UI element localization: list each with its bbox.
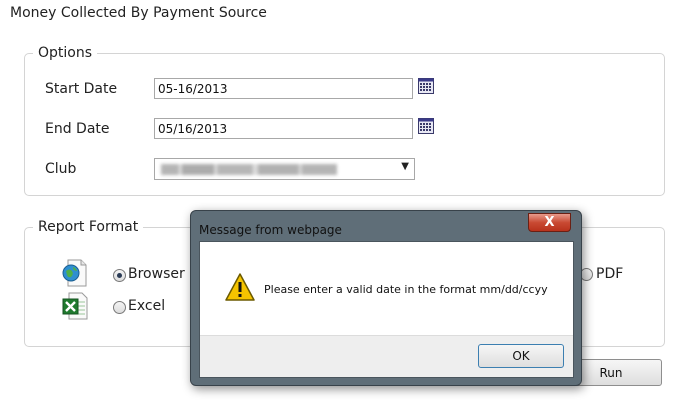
end-date-input[interactable] <box>154 118 413 139</box>
report-format-legend: Report Format <box>38 219 139 235</box>
warning-icon <box>225 273 255 301</box>
excel-label: Excel <box>128 298 166 314</box>
excel-icon <box>62 292 88 320</box>
browser-radio[interactable] <box>113 269 126 282</box>
end-date-calendar-icon[interactable] <box>418 118 434 134</box>
start-date-input[interactable] <box>154 78 413 99</box>
dialog-body: Please enter a valid date in the format … <box>199 241 574 378</box>
browser-globe-icon <box>62 259 87 287</box>
club-value-obscured <box>161 164 337 175</box>
dialog-message: Please enter a valid date in the format … <box>264 283 548 296</box>
dialog-footer: OK <box>200 335 573 377</box>
options-legend: Options <box>38 45 93 61</box>
message-dialog: Message from webpage X Please enter a va… <box>190 210 582 386</box>
browser-label: Browser <box>128 266 185 282</box>
excel-radio[interactable] <box>113 301 126 314</box>
club-label: Club <box>45 161 77 177</box>
end-date-label: End Date <box>45 121 110 137</box>
start-date-label: Start Date <box>45 81 118 97</box>
dialog-close-button[interactable]: X <box>528 213 571 232</box>
chevron-down-icon: ▼ <box>401 161 409 172</box>
pdf-label: PDF <box>596 266 624 282</box>
page-title: Money Collected By Payment Source <box>10 5 267 21</box>
dialog-title: Message from webpage <box>199 223 342 237</box>
ok-button[interactable]: OK <box>478 344 564 368</box>
club-select[interactable]: ▼ <box>154 158 415 180</box>
start-date-calendar-icon[interactable] <box>418 78 434 94</box>
